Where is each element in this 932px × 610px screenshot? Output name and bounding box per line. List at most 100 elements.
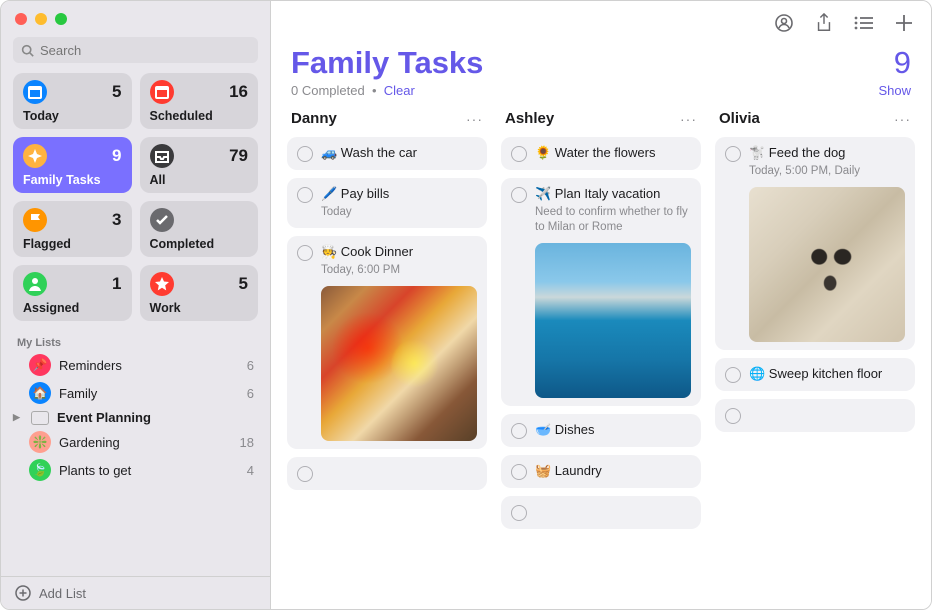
task-card[interactable]: 🚙 Wash the car: [287, 137, 487, 170]
task-card[interactable]: 🌐 Sweep kitchen floor: [715, 358, 915, 391]
list-name: Reminders: [59, 358, 239, 373]
column-name: Ashley: [505, 110, 554, 127]
task-body: 🧺 Laundry: [535, 463, 691, 480]
list-item-event-planning[interactable]: ▶ Event Planning: [1, 407, 270, 428]
share-button[interactable]: [813, 12, 835, 34]
search-field[interactable]: [13, 37, 258, 63]
task-checkbox[interactable]: [297, 187, 313, 203]
new-task-placeholder[interactable]: [715, 399, 915, 432]
folder-icon: [31, 411, 49, 425]
task-card[interactable]: 🌻 Water the flowers: [501, 137, 701, 170]
task-checkbox[interactable]: [511, 464, 527, 480]
list-name: Family: [59, 386, 239, 401]
minimize-window-button[interactable]: [35, 13, 47, 25]
smart-list-all[interactable]: 79 All: [140, 137, 259, 193]
add-list-button[interactable]: Add List: [1, 576, 270, 609]
collaborate-button[interactable]: [773, 12, 795, 34]
list-badge-icon: 📌: [29, 354, 51, 376]
smart-label: Work: [150, 301, 249, 315]
task-title: 🖊️ Pay bills: [321, 186, 477, 203]
new-task-placeholder[interactable]: [501, 496, 701, 529]
task-card[interactable]: 🧑‍🍳 Cook DinnerToday, 6:00 PM: [287, 236, 487, 449]
column-ashley: Ashley ··· 🌻 Water the flowers ✈️ Plan I…: [501, 108, 701, 599]
smart-count: 9: [112, 146, 121, 166]
column-more-button[interactable]: ···: [894, 111, 911, 127]
fullscreen-window-button[interactable]: [55, 13, 67, 25]
smart-label: Family Tasks: [23, 173, 122, 187]
sidebar: 5 Today 16 Scheduled 9 Family Tasks 79 A…: [1, 1, 271, 609]
new-task-placeholder[interactable]: [287, 457, 487, 490]
smart-label: Today: [23, 109, 122, 123]
task-checkbox[interactable]: [297, 466, 313, 482]
smart-list-today[interactable]: 5 Today: [13, 73, 132, 129]
task-checkbox[interactable]: [511, 146, 527, 162]
task-title: 🧺 Laundry: [535, 463, 691, 480]
smart-list-flagged[interactable]: 3 Flagged: [13, 201, 132, 257]
flag-icon: [23, 208, 47, 232]
task-checkbox[interactable]: [725, 367, 741, 383]
task-checkbox[interactable]: [511, 505, 527, 521]
column-more-button[interactable]: ···: [466, 111, 483, 127]
task-card[interactable]: 🖊️ Pay billsToday: [287, 178, 487, 228]
task-card[interactable]: 🧺 Laundry: [501, 455, 701, 488]
smart-label: Assigned: [23, 301, 122, 315]
task-attachment-image[interactable]: [535, 243, 691, 398]
task-attachment-image[interactable]: [321, 286, 477, 441]
column-name: Olivia: [719, 110, 760, 127]
task-title: 🚙 Wash the car: [321, 145, 477, 162]
list-item-reminders[interactable]: 📌 Reminders 6: [1, 351, 270, 379]
task-checkbox[interactable]: [297, 245, 313, 261]
task-checkbox[interactable]: [511, 187, 527, 203]
main-content: Family Tasks 9 0 Completed • Clear Show …: [271, 1, 931, 609]
close-window-button[interactable]: [15, 13, 27, 25]
column-name: Danny: [291, 110, 337, 127]
smart-list-work[interactable]: 5 Work: [140, 265, 259, 321]
tray-icon: [150, 144, 174, 168]
list-count: 4: [247, 463, 254, 478]
list-badge-icon: 🏠: [29, 382, 51, 404]
task-checkbox[interactable]: [725, 146, 741, 162]
list-item-gardening[interactable]: ❇️ Gardening 18: [1, 428, 270, 456]
task-card[interactable]: 🥣 Dishes: [501, 414, 701, 447]
smart-list-scheduled[interactable]: 16 Scheduled: [140, 73, 259, 129]
task-body: 🌻 Water the flowers: [535, 145, 691, 162]
task-body: 🖊️ Pay billsToday: [321, 186, 477, 220]
list-item-plants-to-get[interactable]: 🍃 Plants to get 4: [1, 456, 270, 484]
smart-list-family-tasks[interactable]: 9 Family Tasks: [13, 137, 132, 193]
new-reminder-button[interactable]: [893, 12, 915, 34]
list-title: Family Tasks: [291, 45, 483, 81]
chevron-right-icon[interactable]: ▶: [13, 412, 23, 423]
window-controls: [1, 1, 270, 33]
completed-status: 0 Completed • Clear: [291, 83, 415, 98]
task-card[interactable]: 🐩 Feed the dogToday, 5:00 PM, Daily: [715, 137, 915, 350]
my-lists-header: My Lists: [1, 333, 270, 351]
task-checkbox[interactable]: [511, 423, 527, 439]
star-icon: [150, 272, 174, 296]
task-body: 🧑‍🍳 Cook DinnerToday, 6:00 PM: [321, 244, 477, 441]
task-title: 🥣 Dishes: [535, 422, 691, 439]
task-meta: Today, 5:00 PM, Daily: [749, 164, 905, 179]
column-more-button[interactable]: ···: [680, 111, 697, 127]
smart-list-assigned[interactable]: 1 Assigned: [13, 265, 132, 321]
task-checkbox[interactable]: [297, 146, 313, 162]
task-card[interactable]: ✈️ Plan Italy vacationNeed to confirm wh…: [501, 178, 701, 406]
column-danny: Danny ··· 🚙 Wash the car 🖊️ Pay billsTod…: [287, 108, 487, 599]
user-lists: 📌 Reminders 6🏠 Family 6▶ Event Planning …: [1, 351, 270, 484]
task-body: 🥣 Dishes: [535, 422, 691, 439]
clear-completed-button[interactable]: Clear: [384, 83, 415, 98]
smart-lists-grid: 5 Today 16 Scheduled 9 Family Tasks 79 A…: [1, 73, 270, 333]
column-header: Olivia ···: [715, 108, 915, 129]
column-olivia: Olivia ··· 🐩 Feed the dogToday, 5:00 PM,…: [715, 108, 915, 599]
person-icon: [23, 272, 47, 296]
show-completed-button[interactable]: Show: [878, 83, 911, 98]
search-input[interactable]: [40, 43, 250, 58]
task-checkbox[interactable]: [725, 408, 741, 424]
list-item-family[interactable]: 🏠 Family 6: [1, 379, 270, 407]
smart-list-completed[interactable]: Completed: [140, 201, 259, 257]
task-meta: Today, 6:00 PM: [321, 263, 477, 278]
smart-label: Flagged: [23, 237, 122, 251]
calendar-icon: [150, 80, 174, 104]
view-options-button[interactable]: [853, 12, 875, 34]
my-lists-container: My Lists 📌 Reminders 6🏠 Family 6▶ Event …: [1, 333, 270, 576]
task-attachment-image[interactable]: [749, 187, 905, 342]
